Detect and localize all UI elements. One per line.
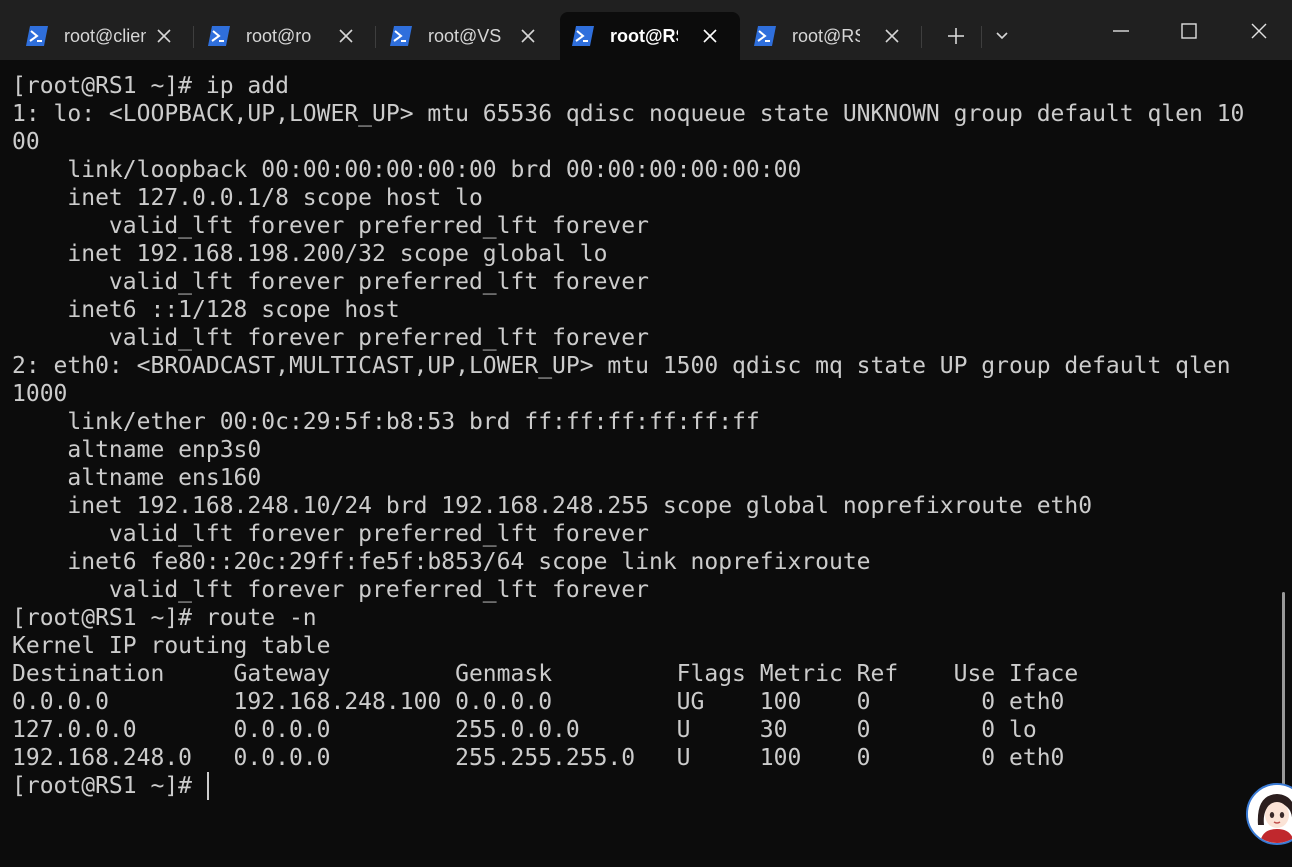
terminal-line: inet 192.168.248.10/24 brd 192.168.248.2… [12, 493, 1093, 519]
terminal-line: link/ether 00:0c:29:5f:b8:53 brd ff:ff:f… [12, 409, 760, 435]
terminal-line: inet6 fe80::20c:29ff:fe5f:b853/64 scope … [12, 549, 871, 575]
terminal-line: [root@RS1 ~]# ip add [12, 73, 289, 99]
close-tab-icon[interactable] [701, 27, 719, 45]
terminal-line: [root@RS1 ~]# route -n [12, 605, 317, 631]
tab-label: root@RS2 [792, 26, 860, 46]
tab-root-rs1[interactable]: root@RS1 [560, 12, 740, 60]
tab-bar: root@client root@ro [0, 0, 1292, 60]
terminal-line: valid_lft forever preferred_lft forever [12, 577, 649, 603]
terminal-line: 192.168.248.0 0.0.0.0 255.255.255.0 U 10… [12, 745, 1065, 771]
terminal-line: Kernel IP routing table [12, 633, 331, 659]
powershell-icon [208, 26, 230, 46]
close-tab-icon[interactable] [883, 27, 901, 45]
tab-separator [193, 26, 194, 48]
close-tab-icon[interactable] [337, 27, 355, 45]
tab-root-client[interactable]: root@client [14, 12, 184, 60]
terminal-line: altname enp3s0 [12, 437, 262, 463]
powershell-icon [754, 26, 776, 46]
powershell-icon [26, 26, 48, 46]
terminal-text: [root@RS1 ~]# ip add 1: lo: <LOOPBACK,UP,… [12, 72, 1244, 800]
close-tab-icon[interactable] [519, 27, 537, 45]
maximize-button[interactable] [1166, 14, 1212, 48]
maximize-icon [1181, 23, 1197, 39]
terminal-line: valid_lft forever preferred_lft forever [12, 213, 649, 239]
chevron-down-icon [996, 32, 1008, 40]
plus-icon [948, 28, 964, 44]
terminal-window: root@client root@ro [0, 0, 1292, 867]
terminal-line: Destination Gateway Genmask Flags Metric… [12, 661, 1079, 687]
close-icon [1251, 23, 1267, 39]
tab-separator [921, 26, 922, 48]
terminal-output[interactable]: [root@RS1 ~]# ip add 1: lo: <LOOPBACK,UP,… [0, 60, 1292, 867]
tab-dropdown-button[interactable] [986, 22, 1018, 50]
terminal-line: inet 127.0.0.1/8 scope host lo [12, 185, 483, 211]
terminal-line: 00 [12, 129, 40, 155]
tab-root-ro[interactable]: root@ro [196, 12, 366, 60]
tab-label: root@RS1 [610, 26, 678, 46]
text-cursor [207, 772, 209, 800]
tab-label: root@VS [428, 26, 502, 46]
terminal-line: inet6 ::1/128 scope host [12, 297, 400, 323]
tab-separator [375, 26, 376, 48]
terminal-line: valid_lft forever preferred_lft forever [12, 521, 649, 547]
powershell-icon [572, 26, 594, 46]
terminal-line: 2: eth0: <BROADCAST,MULTICAST,UP,LOWER_U… [12, 353, 1231, 379]
terminal-line: 1: lo: <LOOPBACK,UP,LOWER_UP> mtu 65536 … [12, 101, 1245, 127]
close-tab-icon[interactable] [155, 27, 173, 45]
close-window-button[interactable] [1236, 14, 1282, 48]
terminal-line: 0.0.0.0 192.168.248.100 0.0.0.0 UG 100 0… [12, 689, 1065, 715]
tab-label: root@ro [246, 26, 312, 46]
terminal-line: 1000 [12, 381, 68, 407]
terminal-line: link/loopback 00:00:00:00:00:00 brd 00:0… [12, 157, 802, 183]
tab-label: root@client [64, 26, 146, 46]
tab-root-vs[interactable]: root@VS [378, 12, 548, 60]
tab-root-rs2[interactable]: root@RS2 [742, 12, 912, 60]
minimize-button[interactable] [1098, 14, 1144, 48]
terminal-line: altname ens160 [12, 465, 262, 491]
minimize-icon [1113, 30, 1129, 32]
terminal-prompt-line: [root@RS1 ~]# [12, 773, 206, 799]
terminal-line: 127.0.0.0 0.0.0.0 255.0.0.0 U 30 0 0 lo [12, 717, 1037, 743]
new-tab-button[interactable] [936, 22, 976, 50]
avatar-face-icon [1248, 785, 1292, 843]
tab-separator [981, 26, 982, 48]
terminal-line: valid_lft forever preferred_lft forever [12, 269, 649, 295]
powershell-icon [390, 26, 412, 46]
scrollbar-thumb[interactable] [1282, 592, 1285, 792]
terminal-line: valid_lft forever preferred_lft forever [12, 325, 649, 351]
terminal-line: inet 192.168.198.200/32 scope global lo [12, 241, 608, 267]
